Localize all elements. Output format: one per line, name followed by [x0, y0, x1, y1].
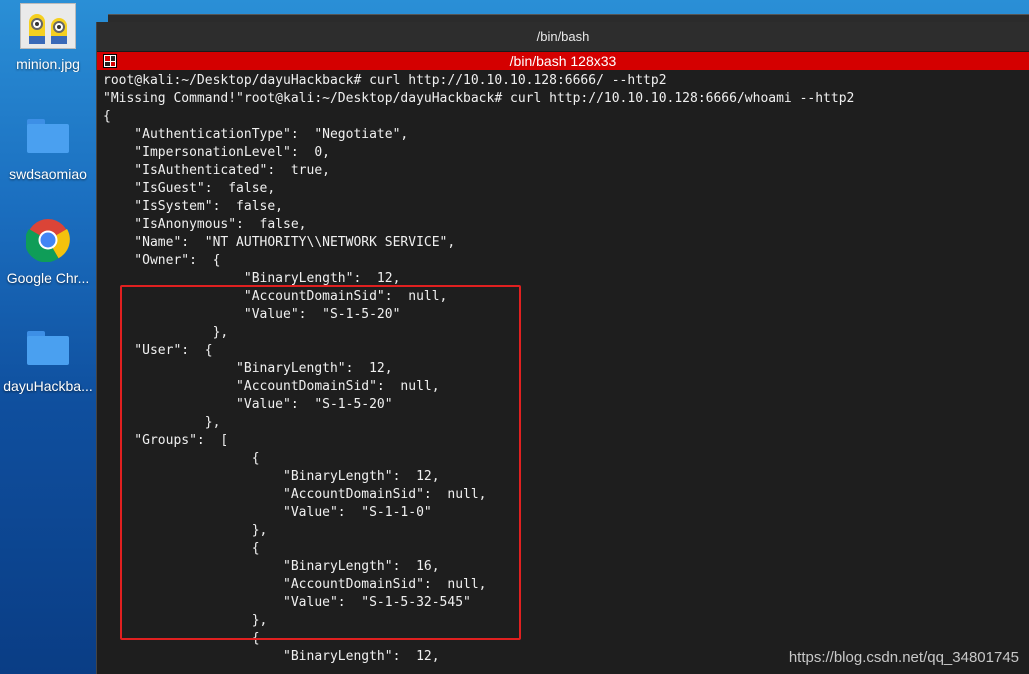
- terminal-line: "AccountDomainSid": null,: [103, 289, 448, 304]
- terminal-line: "Value": "S-1-1-0": [103, 505, 432, 520]
- window-titlebar[interactable]: /bin/bash: [97, 22, 1029, 52]
- terminal-line: "IsAnonymous": false,: [103, 217, 307, 232]
- terminal-line: "IsSystem": false,: [103, 199, 284, 214]
- terminal-line: "ImpersonationLevel": 0,: [103, 145, 330, 160]
- desktop-icon-label: swdsaomiao: [9, 166, 87, 182]
- terminal-line: {: [103, 109, 111, 124]
- desktop-icon-minion[interactable]: minion.jpg: [0, 2, 96, 72]
- terminal-line: },: [103, 325, 229, 340]
- terminal-line: {: [103, 541, 260, 556]
- split-terminal-icon[interactable]: [103, 54, 117, 68]
- terminal-line: "IsAuthenticated": true,: [103, 163, 330, 178]
- terminal-line: "Value": "S-1-5-20": [103, 397, 393, 412]
- terminal-line: "AccountDomainSid": null,: [103, 577, 487, 592]
- terminal-line: "Name": "NT AUTHORITY\\NETWORK SERVICE",: [103, 235, 456, 250]
- terminal-line: },: [103, 613, 268, 628]
- terminal-line: {: [103, 631, 260, 646]
- window-title: /bin/bash: [536, 29, 590, 44]
- watermark-text: https://blog.csdn.net/qq_34801745: [788, 649, 1019, 666]
- terminal-line: root@kali:~/Desktop/dayuHackback# curl h…: [103, 73, 667, 88]
- desktop-icon-label: minion.jpg: [16, 56, 80, 72]
- terminal-line: "Groups": [: [103, 433, 229, 448]
- terminal-line: },: [103, 523, 268, 538]
- terminal-line: "AuthenticationType": "Negotiate",: [103, 127, 409, 142]
- folder-icon: [27, 119, 69, 153]
- terminal-window[interactable]: /bin/bash /bin/bash 128x33 root@kali:~/D…: [96, 22, 1029, 674]
- desktop-icon-label: Google Chr...: [6, 270, 90, 286]
- terminal-line: },: [103, 415, 221, 430]
- desktop-icon-dayuhackback[interactable]: dayuHackba...: [0, 324, 96, 394]
- desktop-icon-label: dayuHackba...: [3, 378, 93, 394]
- desktop-icon-swdsaomiao[interactable]: swdsaomiao: [0, 112, 96, 182]
- tab-title: /bin/bash 128x33: [509, 53, 617, 69]
- terminal-line: "BinaryLength": 12,: [103, 361, 393, 376]
- terminal-line: "Value": "S-1-5-20": [103, 307, 401, 322]
- terminal-output[interactable]: root@kali:~/Desktop/dayuHackback# curl h…: [97, 70, 1029, 672]
- terminal-line: "Missing Command!"root@kali:~/Desktop/da…: [103, 91, 855, 106]
- terminal-line: "Owner": {: [103, 253, 221, 268]
- terminal-line: "IsGuest": false,: [103, 181, 276, 196]
- desktop-icon-google-chrome[interactable]: Google Chr...: [0, 216, 96, 286]
- terminal-line: "BinaryLength": 12,: [103, 469, 440, 484]
- terminal-line: {: [103, 451, 260, 466]
- terminal-line: "AccountDomainSid": null,: [103, 379, 440, 394]
- folder-icon: [27, 331, 69, 365]
- terminal-line: "Value": "S-1-5-32-545": [103, 595, 471, 610]
- terminal-tab[interactable]: /bin/bash 128x33: [97, 52, 1029, 70]
- terminal-line: "AccountDomainSid": null,: [103, 487, 487, 502]
- image-thumbnail-icon: [20, 3, 76, 49]
- chrome-icon: [26, 219, 70, 262]
- terminal-line: "BinaryLength": 16,: [103, 559, 440, 574]
- terminal-line: "BinaryLength": 12,: [103, 271, 401, 286]
- terminal-line: "User": {: [103, 343, 213, 358]
